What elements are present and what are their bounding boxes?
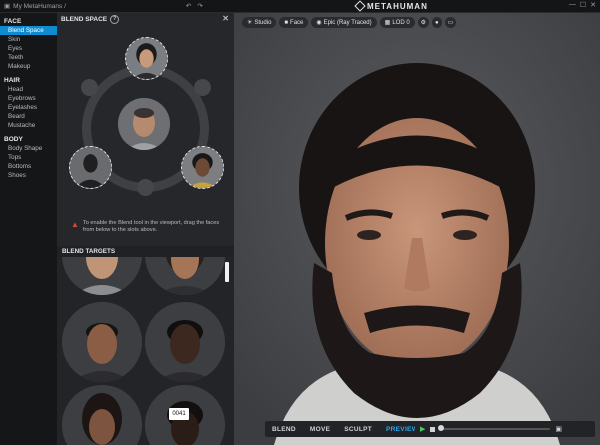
- panel-close-icon[interactable]: ✕: [222, 14, 229, 23]
- blend-node[interactable]: [194, 79, 211, 96]
- sidebar-item-bottoms[interactable]: Bottoms: [0, 162, 57, 171]
- blend-node[interactable]: [137, 179, 154, 196]
- play-icon[interactable]: ▶: [420, 425, 425, 433]
- viewport[interactable]: ☀ Studio ■ Face ◉ Epic (Ray Traced) ▦ LOD 0 …: [234, 13, 600, 445]
- sidebar-item-head[interactable]: Head: [0, 85, 57, 94]
- section-face: FACE: [4, 18, 22, 25]
- blend-node[interactable]: [81, 79, 98, 96]
- sidebar-item-eyes[interactable]: Eyes: [0, 44, 57, 53]
- section-body: BODY: [4, 136, 23, 144]
- mode-blend-button[interactable]: BLEND: [265, 426, 303, 433]
- maximize-icon[interactable]: ☐: [580, 1, 586, 9]
- mode-move-button[interactable]: MOVE: [303, 426, 337, 433]
- blend-target[interactable]: [62, 385, 142, 445]
- camera-icon[interactable]: ▣: [555, 425, 562, 433]
- sidebar-item-makeup[interactable]: Makeup: [0, 63, 57, 72]
- stop-icon[interactable]: [430, 426, 436, 432]
- blend-targets-header: BLEND TARGETS: [57, 246, 234, 257]
- sidebar-item-skin[interactable]: Skin: [0, 35, 57, 44]
- timeline-slider[interactable]: [438, 425, 551, 431]
- breadcrumb-text[interactable]: My MetaHumans /: [13, 3, 66, 10]
- undo-icon[interactable]: ↶: [186, 2, 191, 10]
- face-thumbnail: [62, 385, 142, 445]
- lod-button[interactable]: ▦ LOD 0: [379, 17, 415, 28]
- blend-target[interactable]: [145, 257, 225, 295]
- sidebar-item-teeth[interactable]: Teeth: [0, 54, 57, 63]
- eye-icon: ◉: [316, 20, 322, 26]
- bottom-toolbar: BLEND MOVE SCULPT PREVIEW ▶ ▣: [265, 421, 600, 437]
- monitor-icon: ▭: [447, 20, 454, 26]
- sidebar-item-eyelashes[interactable]: Eyelashes: [0, 103, 57, 112]
- face-thumbnail: [182, 147, 223, 188]
- mode-switcher: BLEND MOVE SCULPT PREVIEW: [265, 421, 426, 437]
- camera-icon: ■: [284, 19, 289, 26]
- person-placeholder-icon: [70, 147, 111, 188]
- blend-slot-top[interactable]: [125, 37, 168, 80]
- lighting-studio-button[interactable]: ☀ Studio: [242, 17, 277, 28]
- blend-targets-list[interactable]: [57, 257, 234, 445]
- screen-button[interactable]: ▭: [444, 17, 457, 28]
- help-icon[interactable]: ?: [110, 14, 120, 24]
- face-thumbnail: [145, 257, 225, 295]
- blend-target[interactable]: [145, 302, 225, 382]
- blend-target[interactable]: [62, 257, 142, 295]
- section-hair: HAIR: [4, 77, 20, 85]
- sidebar-item-eyebrows[interactable]: Eyebrows: [0, 94, 57, 103]
- notice-text: To enable the Blend tool in the viewport…: [82, 220, 220, 234]
- face-thumbnail: [126, 38, 167, 79]
- face-thumbnail: [62, 302, 142, 382]
- face-thumbnail: [62, 257, 142, 295]
- panel-title: BLEND SPACE: [61, 15, 108, 23]
- home-icon: ▣: [4, 3, 11, 10]
- warning-icon: ▲: [71, 220, 79, 229]
- metahuman-logo: METAHUMAN: [354, 0, 428, 12]
- mic-button[interactable]: ●: [432, 17, 442, 28]
- timeline-knob[interactable]: [438, 425, 445, 431]
- playback-bar: ▶ ▣: [415, 421, 595, 437]
- mic-icon: ●: [435, 19, 439, 26]
- redo-icon[interactable]: ↷: [197, 2, 202, 10]
- sidebar-item-tops[interactable]: Tops: [0, 153, 57, 162]
- targets-scrollbar[interactable]: [225, 262, 229, 282]
- close-icon[interactable]: ✕: [590, 1, 596, 9]
- face-thumbnail: [118, 98, 170, 150]
- blend-target[interactable]: [62, 302, 142, 382]
- camera-face-button[interactable]: ■ Face: [279, 17, 309, 28]
- target-tooltip: 0041: [169, 408, 189, 420]
- blend-center-face[interactable]: [118, 98, 170, 150]
- viewport-toolbar: ☀ Studio ■ Face ◉ Epic (Ray Traced) ▦ LOD 0 …: [242, 17, 457, 28]
- sun-icon: ☀: [247, 20, 253, 26]
- blend-notice: ▲ To enable the Blend tool in the viewpo…: [71, 220, 231, 234]
- blend-slot-left-empty[interactable]: [69, 146, 112, 189]
- sidebar-item-mustache[interactable]: Mustache: [0, 122, 57, 131]
- minimize-icon[interactable]: —: [569, 1, 576, 9]
- sidebar: FACE Blend Space Skin Eyes Teeth Makeup …: [0, 13, 57, 445]
- render-quality-button[interactable]: ◉ Epic (Ray Traced): [311, 17, 377, 28]
- gear-icon: ⚙: [420, 20, 427, 26]
- sidebar-item-shoes[interactable]: Shoes: [0, 172, 57, 181]
- sidebar-item-beard[interactable]: Beard: [0, 113, 57, 122]
- face-thumbnail: [145, 302, 225, 382]
- sidebar-item-blend-space[interactable]: Blend Space: [0, 26, 57, 36]
- sidebar-item-body-shape[interactable]: Body Shape: [0, 144, 57, 153]
- character-render[interactable]: [234, 13, 600, 445]
- mode-sculpt-button[interactable]: SCULPT: [337, 426, 379, 433]
- settings-button[interactable]: ⚙: [417, 17, 430, 28]
- blend-space-panel: BLEND SPACE ? ✕ ▲ To enable the Blend to…: [57, 13, 234, 445]
- blend-slot-right[interactable]: [181, 146, 224, 189]
- breadcrumb[interactable]: ▣ My MetaHumans /: [4, 2, 66, 11]
- panel-header: BLEND SPACE ? ✕: [57, 13, 234, 25]
- lod-icon: ▦: [384, 20, 391, 26]
- logo-mark-icon: [354, 0, 366, 12]
- logo-text: METAHUMAN: [367, 1, 428, 11]
- title-bar: ▣ My MetaHumans / ↶ ↷: [0, 0, 600, 13]
